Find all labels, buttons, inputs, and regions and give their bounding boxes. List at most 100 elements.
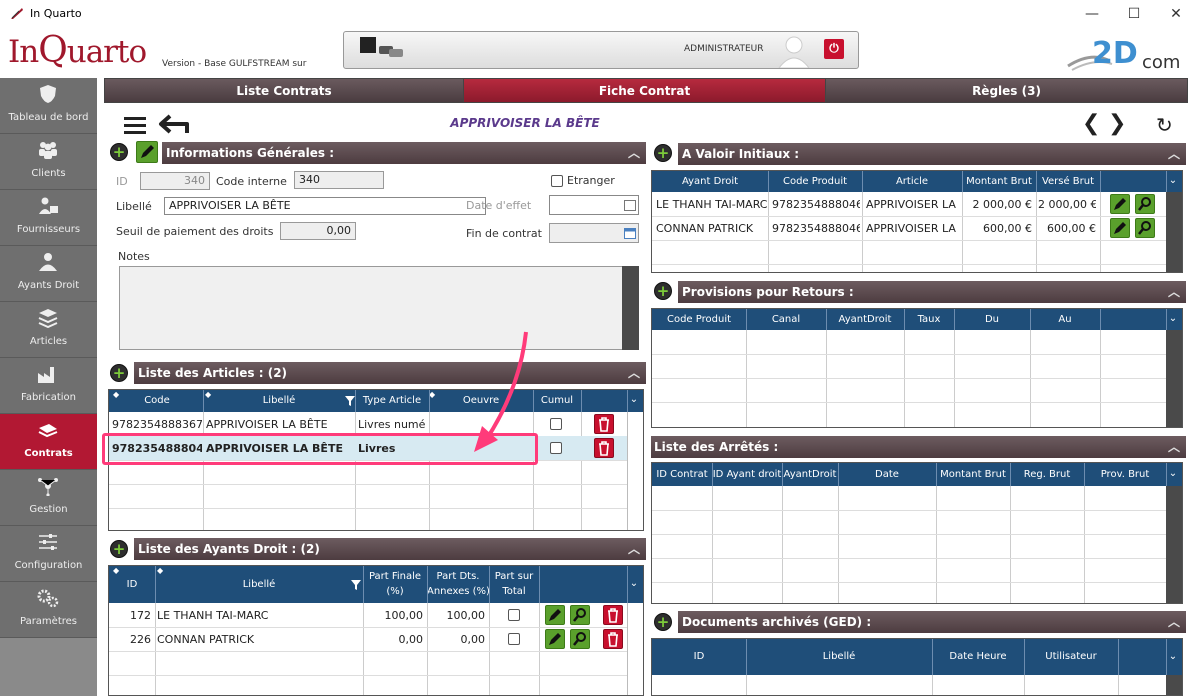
sidebar-item-tableau-de-bord[interactable]: Tableau de bord: [0, 78, 97, 134]
sort-icon[interactable]: ◆: [157, 566, 163, 575]
logout-power-button[interactable]: ⏻: [824, 39, 844, 59]
col-part-annexes[interactable]: Part Dts.: [427, 571, 489, 582]
libelle-field[interactable]: APPRIVOISER LA BÊTE: [164, 197, 486, 215]
col-id[interactable]: ID: [109, 579, 155, 590]
sidebar-item-articles[interactable]: Articles: [0, 302, 97, 358]
delete-button[interactable]: [594, 438, 614, 458]
delete-button[interactable]: [594, 414, 614, 434]
arretes-scrollbar[interactable]: [1166, 486, 1182, 603]
view-button[interactable]: [1135, 194, 1155, 214]
table-row[interactable]: 172 LE THANH TAI-MARC 100,00 100,00: [109, 603, 627, 627]
minimize-button[interactable]: —: [1072, 2, 1112, 26]
sort-icon[interactable]: ◆: [113, 566, 119, 575]
col-canal[interactable]: Canal: [746, 314, 826, 325]
table-row[interactable]: CONNAN PATRICK 9782354888046 APPRIVOISER…: [652, 216, 1166, 240]
column-chooser-icon[interactable]: ⌄: [1166, 468, 1180, 479]
id-field[interactable]: 340: [140, 172, 210, 190]
provisions-scrollbar[interactable]: [1166, 330, 1182, 427]
col-prov-brut[interactable]: Prov. Brut: [1084, 469, 1166, 480]
valoir-section-header[interactable]: A Valoir Initiaux : ︿: [678, 143, 1186, 165]
menu-hamburger-icon[interactable]: [124, 116, 146, 134]
collapse-chevron-icon[interactable]: ︿: [628, 142, 640, 164]
edit-button[interactable]: [1110, 194, 1130, 214]
articles-section-header[interactable]: Liste des Articles : (2) ︿: [134, 362, 646, 384]
col-utilisateur[interactable]: Utilisateur: [1024, 651, 1118, 662]
notes-scrollbar[interactable]: [622, 266, 639, 350]
col-libelle[interactable]: Libellé: [746, 651, 932, 662]
add-ayant-button[interactable]: +: [110, 540, 128, 558]
filter-icon[interactable]: [351, 580, 361, 590]
info-section-header[interactable]: Informations Générales : ︿: [162, 142, 646, 164]
sidebar-item-configuration[interactable]: Configuration: [0, 526, 97, 582]
table-row[interactable]: LE THANH TAI-MARC 9782354888046 APPRIVOI…: [652, 192, 1166, 216]
tab-fiche-contrat[interactable]: Fiche Contrat: [463, 78, 826, 103]
collapse-chevron-icon[interactable]: ︿: [1168, 281, 1180, 303]
col-part-finale[interactable]: Part Finale: [363, 571, 427, 582]
next-record-button[interactable]: ❯: [1108, 111, 1126, 136]
col-au[interactable]: Au: [1030, 314, 1100, 325]
arretes-section-header[interactable]: Liste des Arrêtés : ︿: [651, 436, 1186, 458]
col-id-ayant-droit[interactable]: ID Ayant droit: [712, 469, 782, 480]
delete-button[interactable]: [603, 605, 623, 625]
col-montant-brut[interactable]: Montant Brut: [936, 469, 1010, 480]
col-montant-brut[interactable]: Montant Brut: [962, 176, 1036, 187]
documents-section-header[interactable]: Documents archivés (GED) : ︿: [678, 611, 1186, 633]
col-cumul[interactable]: Cumul: [533, 395, 581, 406]
avatar-icon[interactable]: [776, 32, 812, 68]
collapse-chevron-icon[interactable]: ︿: [1168, 143, 1180, 165]
add-provision-button[interactable]: +: [654, 282, 672, 300]
provisions-section-header[interactable]: Provisions pour Retours : ︿: [678, 281, 1186, 303]
etranger-checkbox[interactable]: [551, 175, 563, 187]
col-code[interactable]: Code: [109, 395, 205, 406]
refresh-button[interactable]: ↻: [1156, 113, 1173, 137]
sidebar-item-fournisseurs[interactable]: Fournisseurs: [0, 190, 97, 246]
col-code-produit[interactable]: Code Produit: [652, 314, 746, 325]
col-verse-brut[interactable]: Versé Brut: [1036, 176, 1100, 187]
calendar-icon[interactable]: [624, 227, 636, 239]
view-button[interactable]: [1135, 218, 1155, 238]
code-interne-field[interactable]: 340: [294, 171, 384, 189]
col-article[interactable]: Article: [862, 176, 962, 187]
calendar-icon[interactable]: [624, 199, 636, 211]
tab-regles[interactable]: Règles (3): [825, 78, 1188, 103]
previous-record-button[interactable]: ❮: [1082, 111, 1100, 136]
valoir-scrollbar[interactable]: [1166, 192, 1182, 272]
col-date[interactable]: Date: [838, 469, 936, 480]
col-libelle[interactable]: Libellé: [155, 579, 363, 590]
sidebar-item-gestion[interactable]: Gestion: [0, 470, 97, 526]
edit-info-button[interactable]: [136, 141, 158, 163]
close-window-button[interactable]: ✕: [1156, 2, 1196, 26]
column-chooser-icon[interactable]: ⌄: [1166, 175, 1180, 186]
back-arrow-icon[interactable]: [158, 113, 190, 135]
sidebar-item-clients[interactable]: Clients: [0, 134, 97, 190]
ayants-section-header[interactable]: Liste des Ayants Droit : (2) ︿: [134, 538, 646, 560]
col-type-article[interactable]: Type Article: [355, 395, 429, 406]
view-button[interactable]: [570, 605, 590, 625]
column-chooser-icon[interactable]: ⌄: [627, 394, 641, 405]
part-total-checkbox[interactable]: [508, 609, 520, 621]
chat-icon[interactable]: [379, 44, 405, 58]
sidebar-item-contrats[interactable]: Contrats: [0, 414, 97, 470]
tab-liste-contrats[interactable]: Liste Contrats: [104, 78, 464, 103]
col-part-total[interactable]: Part sur: [489, 571, 539, 582]
col-code-produit[interactable]: Code Produit: [768, 176, 862, 187]
collapse-chevron-icon[interactable]: ︿: [1168, 436, 1180, 458]
filter-icon[interactable]: [345, 396, 355, 406]
delete-button[interactable]: [603, 629, 623, 649]
column-chooser-icon[interactable]: ⌄: [1166, 313, 1180, 324]
add-document-button[interactable]: +: [654, 613, 672, 631]
collapse-chevron-icon[interactable]: ︿: [628, 362, 640, 384]
sidebar-item-parametres[interactable]: Paramètres: [0, 582, 97, 638]
column-chooser-icon[interactable]: ⌄: [627, 578, 641, 589]
table-row[interactable]: 226 CONNAN PATRICK 0,00 0,00: [109, 627, 627, 651]
collapse-chevron-icon[interactable]: ︿: [1168, 611, 1180, 633]
col-reg-brut[interactable]: Reg. Brut: [1010, 469, 1084, 480]
edit-button[interactable]: [1110, 218, 1130, 238]
ayants-scrollbar[interactable]: [627, 603, 643, 695]
edit-button[interactable]: [545, 605, 565, 625]
seuil-field[interactable]: 0,00: [280, 222, 356, 240]
col-ayant-droit[interactable]: Ayant Droit: [652, 176, 768, 187]
col-id-contrat[interactable]: ID Contrat: [652, 469, 712, 480]
sidebar-item-ayants-droit[interactable]: Ayants Droit: [0, 246, 97, 302]
maximize-button[interactable]: ☐: [1114, 2, 1154, 26]
